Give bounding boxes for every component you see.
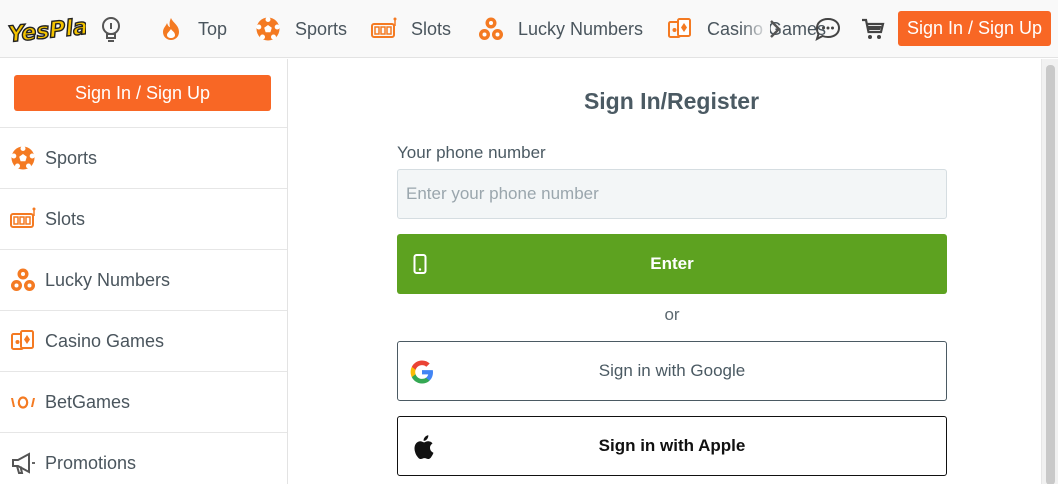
nav-item-label: Lucky Numbers xyxy=(518,18,644,39)
sidebar: Sign In / Sign Up Sports Slots Lucky Num… xyxy=(0,59,288,484)
sidebar-sign-in-button[interactable]: Sign In / Sign Up xyxy=(14,75,271,111)
page-scrollbar[interactable] xyxy=(1041,59,1058,484)
sidebar-item-label: Slots xyxy=(45,208,86,229)
playing-cards-icon xyxy=(668,18,691,38)
phone-label: Your phone number xyxy=(397,143,546,162)
sidebar-item-slots[interactable]: Slots xyxy=(0,188,287,249)
slot-reels-icon xyxy=(371,17,397,38)
soccer-ball-icon xyxy=(11,146,35,170)
google-icon xyxy=(410,360,433,384)
sidebar-item-label: Sports xyxy=(45,147,98,168)
nav-item-top[interactable]: Top xyxy=(158,15,227,43)
chat-icon[interactable] xyxy=(814,16,842,42)
top-bar: YesPlay Top Sports Slots Lucky Numbers C… xyxy=(0,0,1058,58)
sidebar-item-betgames[interactable]: BetGames xyxy=(0,371,287,432)
sidebar-item-label: Promotions xyxy=(45,452,137,473)
apple-button-label: Sign in with Apple xyxy=(598,436,746,455)
phone-input[interactable] xyxy=(397,169,947,219)
sidebar-item-lucky-numbers[interactable]: Lucky Numbers xyxy=(0,249,287,310)
enter-button-label: Enter xyxy=(650,254,694,273)
apple-icon xyxy=(414,435,434,460)
nav-item-lucky-numbers[interactable]: Lucky Numbers xyxy=(478,15,643,43)
sidebar-item-promotions[interactable]: Promotions xyxy=(0,432,287,484)
scrollbar-thumb[interactable] xyxy=(1046,65,1055,484)
betgames-icon xyxy=(11,396,35,409)
megaphone-icon xyxy=(12,452,35,474)
yesplay-logo[interactable]: YesPlay xyxy=(6,9,86,49)
chevron-right-icon[interactable] xyxy=(764,17,786,41)
playing-cards-icon xyxy=(11,330,34,350)
apple-sign-in-button[interactable]: Sign in with Apple xyxy=(397,416,947,476)
cart-icon[interactable] xyxy=(860,17,886,41)
lightbulb-icon[interactable] xyxy=(98,15,124,43)
google-sign-in-button[interactable]: Sign in with Google xyxy=(397,341,947,401)
page-title: Sign In/Register xyxy=(583,88,760,114)
nav-item-slots[interactable]: Slots xyxy=(371,15,451,43)
header-sign-in-button[interactable]: Sign In / Sign Up xyxy=(898,11,1051,46)
or-divider: or xyxy=(664,305,680,324)
nav-item-sports[interactable]: Sports xyxy=(255,15,347,43)
nav-item-label: Sports xyxy=(295,18,348,39)
enter-button[interactable]: Enter xyxy=(397,234,947,294)
soccer-ball-icon xyxy=(256,17,280,41)
sidebar-item-label: BetGames xyxy=(45,391,131,412)
mobile-phone-icon xyxy=(413,254,427,274)
lottery-balls-icon xyxy=(479,17,503,40)
lottery-balls-icon xyxy=(11,268,35,291)
sidebar-item-sports[interactable]: Sports xyxy=(0,127,287,188)
slot-reels-icon xyxy=(10,207,36,228)
nav-item-label: Slots xyxy=(411,18,452,39)
sidebar-item-casino-games[interactable]: Casino Games xyxy=(0,310,287,371)
logo-text: YesPlay xyxy=(7,13,86,48)
sidebar-item-label: Casino Games xyxy=(45,330,165,351)
nav-item-label: Top xyxy=(198,18,228,39)
sidebar-item-label: Lucky Numbers xyxy=(45,269,171,290)
google-button-label: Sign in with Google xyxy=(598,361,746,380)
flame-icon xyxy=(163,18,179,40)
